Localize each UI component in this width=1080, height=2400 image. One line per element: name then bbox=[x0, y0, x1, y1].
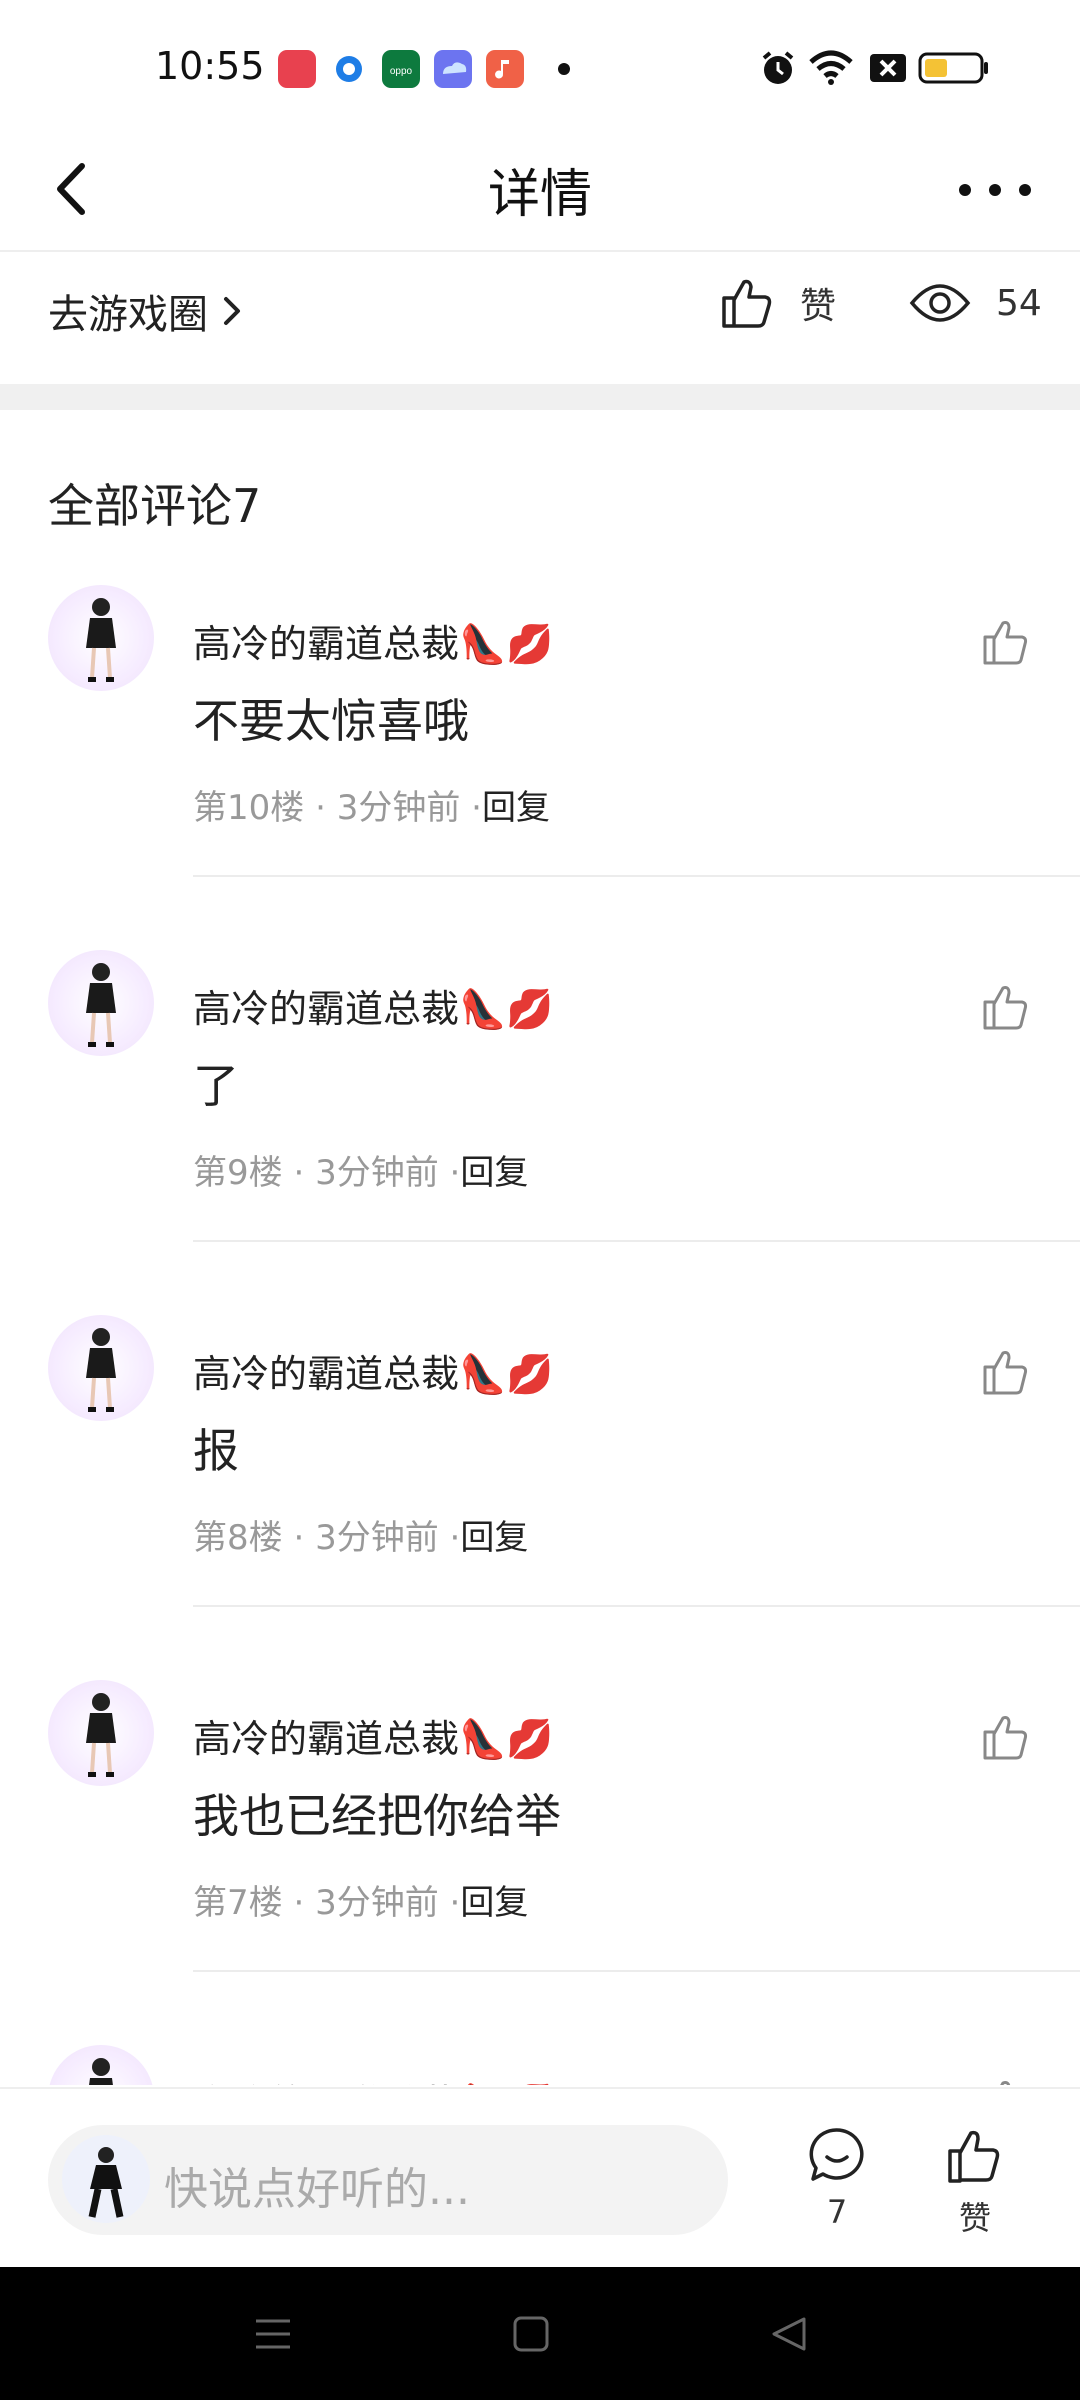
comment-username[interactable]: 高冷的霸道总裁👠💋 bbox=[193, 2073, 554, 2085]
comment-like-icon[interactable] bbox=[980, 1345, 1034, 1399]
comment-like-icon[interactable] bbox=[980, 980, 1034, 1034]
sim-off-icon bbox=[870, 54, 906, 82]
comment-count-button[interactable]: 7 bbox=[792, 2125, 882, 2231]
video-app-icon bbox=[278, 50, 316, 88]
comment-input-bar: 快说点好听的... 7 赞 bbox=[0, 2087, 1080, 2269]
reply-button[interactable]: 回复 bbox=[460, 1883, 528, 1923]
comment-item: 高冷的霸道总裁👠💋 bbox=[0, 2035, 1080, 2085]
status-bar: 10:55 oppo bbox=[0, 0, 1080, 130]
post-action-row: 去游戏圈 赞 54 bbox=[0, 252, 1080, 382]
user-avatar[interactable] bbox=[48, 2045, 154, 2085]
oppo-app-icon: oppo bbox=[382, 50, 420, 88]
comment-like-icon[interactable] bbox=[980, 1710, 1034, 1764]
user-avatar[interactable] bbox=[48, 1315, 154, 1421]
reply-button[interactable]: 回复 bbox=[460, 1153, 528, 1193]
system-nav-bar bbox=[0, 2267, 1080, 2400]
more-options-icon[interactable] bbox=[950, 160, 1040, 220]
comment-time: 3分钟前 bbox=[315, 1883, 439, 1923]
my-avatar bbox=[62, 2135, 150, 2223]
comment-item: 高冷的霸道总裁👠💋 了 第9楼 · 3分钟前 ·回复 bbox=[0, 940, 1080, 1305]
comment-username[interactable]: 高冷的霸道总裁👠💋 bbox=[193, 613, 554, 668]
comment-divider bbox=[193, 1605, 1080, 1607]
comment-text: 报 bbox=[193, 1424, 239, 1478]
home-icon[interactable] bbox=[508, 2311, 554, 2357]
comment-time: 3分钟前 bbox=[315, 1518, 439, 1558]
go-to-game-circle-link[interactable]: 去游戏圈 bbox=[48, 282, 246, 340]
view-count: 54 bbox=[908, 274, 1042, 332]
comment-divider bbox=[193, 1240, 1080, 1242]
music-app-icon bbox=[486, 50, 524, 88]
thumbs-up-icon bbox=[948, 2130, 1000, 2183]
comment-username[interactable]: 高冷的霸道总裁👠💋 bbox=[193, 978, 554, 1033]
comment-input[interactable]: 快说点好听的... bbox=[48, 2125, 728, 2235]
comment-like-icon[interactable] bbox=[980, 2075, 1034, 2085]
bottom-like-button[interactable]: 赞 bbox=[930, 2125, 1020, 2239]
comment-meta: 第8楼 · 3分钟前 ·回复 bbox=[193, 1518, 529, 1558]
comment-username[interactable]: 高冷的霸道总裁👠💋 bbox=[193, 1343, 554, 1398]
comment-username[interactable]: 高冷的霸道总裁👠💋 bbox=[193, 1708, 554, 1763]
user-avatar[interactable] bbox=[48, 950, 154, 1056]
comment-floor: 第10楼 bbox=[193, 788, 305, 828]
notification-dot bbox=[558, 63, 570, 75]
comment-meta: 第9楼 · 3分钟前 ·回复 bbox=[193, 1153, 529, 1193]
comment-time: 3分钟前 bbox=[336, 788, 461, 828]
comment-text: 了 bbox=[193, 1059, 239, 1113]
chevron-right-icon bbox=[224, 297, 240, 325]
browser-app-icon bbox=[330, 50, 368, 88]
bottom-like-label: 赞 bbox=[958, 2199, 991, 2237]
post-like-label: 赞 bbox=[800, 286, 837, 327]
thumbs-up-icon bbox=[722, 279, 772, 328]
comment-meta: 第7楼 · 3分钟前 ·回复 bbox=[193, 1883, 529, 1923]
go-to-game-circle-label: 去游戏圈 bbox=[48, 292, 208, 338]
comment-like-icon[interactable] bbox=[980, 615, 1034, 669]
comment-count: 7 bbox=[826, 2193, 848, 2231]
back-triangle-icon[interactable] bbox=[766, 2311, 812, 2357]
svg-text:oppo: oppo bbox=[390, 66, 413, 77]
reply-button[interactable]: 回复 bbox=[482, 788, 550, 828]
wifi-icon bbox=[809, 50, 853, 85]
eye-icon bbox=[909, 284, 971, 322]
user-avatar[interactable] bbox=[48, 585, 154, 691]
comment-input-placeholder: 快说点好听的... bbox=[164, 2164, 470, 2215]
comment-divider bbox=[193, 875, 1080, 877]
comment-text: 不要太惊喜哦 bbox=[193, 694, 469, 748]
view-count-value: 54 bbox=[996, 282, 1042, 324]
user-avatar[interactable] bbox=[48, 1680, 154, 1786]
comment-meta: 第10楼 · 3分钟前 ·回复 bbox=[193, 788, 550, 828]
comment-floor: 第8楼 bbox=[193, 1518, 283, 1558]
chat-bubble-icon bbox=[809, 2128, 864, 2181]
comment-floor: 第9楼 bbox=[193, 1153, 283, 1193]
comment-item: 高冷的霸道总裁👠💋 报 第8楼 · 3分钟前 ·回复 bbox=[0, 1305, 1080, 1670]
comment-text: 我也已经把你给举 bbox=[193, 1789, 561, 1843]
comments-heading: 全部评论7 bbox=[48, 479, 262, 533]
cloud-app-icon bbox=[434, 50, 472, 88]
comment-item: 高冷的霸道总裁👠💋 我也已经把你给举 第7楼 · 3分钟前 ·回复 bbox=[0, 1670, 1080, 2035]
alarm-icon bbox=[762, 51, 794, 84]
comment-item: 高冷的霸道总裁👠💋 不要太惊喜哦 第10楼 · 3分钟前 ·回复 bbox=[0, 575, 1080, 940]
comment-divider bbox=[193, 1970, 1080, 1972]
page-title: 详情 bbox=[487, 165, 592, 225]
top-app-bar: 详情 bbox=[0, 130, 1080, 250]
menu-icon[interactable] bbox=[250, 2311, 296, 2357]
comment-floor: 第7楼 bbox=[193, 1883, 283, 1923]
section-separator bbox=[0, 384, 1080, 410]
comment-time: 3分钟前 bbox=[315, 1153, 439, 1193]
status-time: 10:55 bbox=[155, 44, 265, 88]
battery-icon bbox=[918, 52, 988, 84]
post-like-button[interactable]: 赞 bbox=[718, 274, 836, 332]
reply-button[interactable]: 回复 bbox=[460, 1518, 528, 1558]
comment-list: 高冷的霸道总裁👠💋 不要太惊喜哦 第10楼 · 3分钟前 ·回复 高冷的霸道总裁… bbox=[0, 575, 1080, 2085]
